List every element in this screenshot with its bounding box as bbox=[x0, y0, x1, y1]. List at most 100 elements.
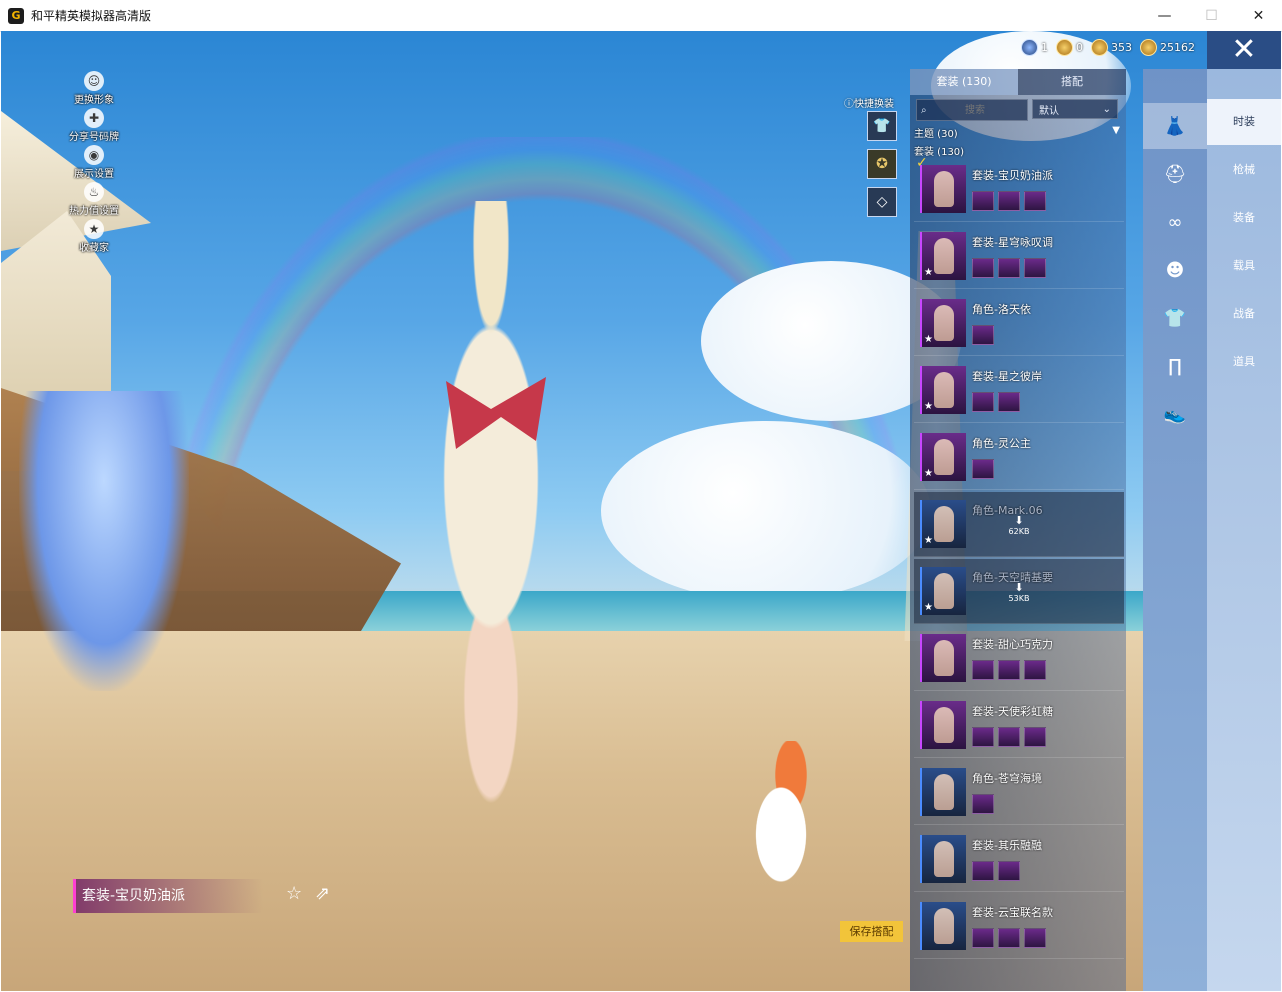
list-item[interactable]: 套装-天使彩虹糖 bbox=[914, 693, 1124, 758]
piece-thumb bbox=[1024, 928, 1046, 948]
quick-change-slot-2[interactable]: ✪ bbox=[867, 149, 897, 179]
side-tab-fashion[interactable]: 时装 bbox=[1207, 99, 1281, 145]
menu-label: 热力值设置 bbox=[69, 206, 119, 217]
save-outfit-button[interactable]: 保存搭配 bbox=[840, 921, 903, 942]
side-tab-vehicles[interactable]: 载具 bbox=[1207, 243, 1281, 289]
star-favorite-icon[interactable]: ☆ bbox=[286, 883, 302, 904]
close-window-button[interactable]: ✕ bbox=[1235, 0, 1282, 31]
item-name: 套装-其乐融融 bbox=[972, 839, 1042, 852]
list-item[interactable]: ✓ 套装-宝贝奶油派 bbox=[914, 155, 1124, 222]
eye-icon: ◉ bbox=[84, 145, 104, 165]
figure-preview bbox=[934, 908, 954, 944]
item-name: 角色-灵公主 bbox=[972, 437, 1031, 450]
window-title: 和平精英模拟器高清版 bbox=[31, 9, 152, 23]
list-item[interactable]: 套装-其乐融融 bbox=[914, 827, 1124, 892]
star-icon: ★ bbox=[924, 334, 933, 345]
search-box[interactable]: ⌕ bbox=[916, 99, 1028, 121]
caret-down-icon[interactable]: ▼ bbox=[1112, 125, 1120, 136]
list-item[interactable]: ★ 角色-洛天依 bbox=[914, 291, 1124, 356]
list-item[interactable]: ★ 套装-星之彼岸 bbox=[914, 358, 1124, 423]
menu-display-settings[interactable]: ◉ 展示设置 bbox=[59, 145, 129, 180]
side-tab-props[interactable]: 道具 bbox=[1207, 339, 1281, 385]
gold-coin-icon bbox=[1091, 39, 1108, 56]
outfit-thumbnail: ★ bbox=[920, 433, 966, 481]
item-name: 套装-甜心巧克力 bbox=[972, 638, 1053, 651]
quick-change-slot-1[interactable]: 👕 bbox=[867, 111, 897, 141]
outfit-thumbnail bbox=[920, 701, 966, 749]
outfit-thumbnail: ★ bbox=[920, 232, 966, 280]
category-top[interactable]: 👕 bbox=[1143, 295, 1207, 341]
quick-change-label[interactable]: ⓘ快捷换装 bbox=[844, 95, 894, 110]
app-window: G 和平精英模拟器高清版 — ☐ ✕ ☺ 更换形象 ✚ 分享号码牌 ◉ 展示设置… bbox=[0, 0, 1282, 992]
item-name: 角色-洛天依 bbox=[972, 303, 1031, 316]
category-mask[interactable]: ☻ bbox=[1143, 247, 1207, 293]
coin-icon bbox=[1056, 39, 1073, 56]
list-item[interactable]: ★ 角色-灵公主 bbox=[914, 425, 1124, 490]
help-icon: ⓘ bbox=[844, 99, 854, 110]
figure-preview bbox=[934, 305, 954, 341]
tab-combos[interactable]: 搭配 bbox=[1018, 69, 1126, 95]
emblem-icon: ✪ bbox=[876, 156, 888, 172]
star-icon: ★ bbox=[924, 602, 933, 613]
piece-thumb bbox=[998, 660, 1020, 680]
menu-collector[interactable]: ★ 收藏家 bbox=[59, 219, 129, 254]
star-icon: ★ bbox=[924, 468, 933, 479]
currency-2[interactable]: 0 bbox=[1056, 39, 1083, 56]
share-icon[interactable]: ⇗ bbox=[315, 883, 330, 904]
category-pants[interactable]: ∏ bbox=[1143, 343, 1207, 389]
checkmark-icon: ✓ bbox=[916, 155, 928, 171]
category-outfit[interactable]: 👗 bbox=[1143, 103, 1207, 149]
category-shoes[interactable]: 👟 bbox=[1143, 391, 1207, 437]
menu-change-appearance[interactable]: ☺ 更换形象 bbox=[59, 71, 129, 106]
list-item[interactable]: ★ 角色-天空晴基要 ⬇ 53KB bbox=[914, 559, 1124, 624]
piece-thumb bbox=[972, 191, 994, 211]
currency-value: 25162 bbox=[1160, 41, 1195, 54]
menu-heat-settings[interactable]: ♨ 热力值设置 bbox=[59, 182, 129, 217]
side-tab-guns[interactable]: 枪械 bbox=[1207, 147, 1281, 193]
piece-thumb bbox=[1024, 727, 1046, 747]
outfit-thumbnail bbox=[920, 902, 966, 950]
side-tab-equipment[interactable]: 装备 bbox=[1207, 195, 1281, 241]
figure-preview bbox=[934, 573, 954, 609]
piece-thumb bbox=[998, 928, 1020, 948]
currency-4[interactable]: 25162 bbox=[1140, 39, 1195, 56]
item-pieces bbox=[972, 459, 994, 479]
piece-thumb bbox=[972, 459, 994, 479]
list-item[interactable]: 套装-甜心巧克力 bbox=[914, 626, 1124, 691]
piece-thumb bbox=[972, 928, 994, 948]
list-item[interactable]: ★ 角色-Mark.06 ⬇ 62KB bbox=[914, 492, 1124, 557]
close-icon[interactable]: ✕ bbox=[1207, 31, 1281, 69]
player-character[interactable] bbox=[361, 201, 621, 891]
quick-change-slot-3[interactable]: ◇ bbox=[867, 187, 897, 217]
theme-header[interactable]: 主题 (30) bbox=[914, 125, 958, 140]
download-size: 53KB bbox=[1008, 594, 1030, 603]
list-item[interactable]: ★ 套装-星穹咏叹调 bbox=[914, 224, 1124, 289]
item-pieces bbox=[972, 392, 1020, 412]
download-button[interactable]: ⬇ 62KB bbox=[1004, 514, 1034, 536]
currency-1[interactable]: 1 bbox=[1021, 39, 1048, 56]
category-helmet[interactable]: ⛑ bbox=[1143, 151, 1207, 197]
category-glasses[interactable]: ∞ bbox=[1143, 199, 1207, 245]
list-item[interactable]: 套装-云宝联名款 bbox=[914, 894, 1124, 959]
minimize-button[interactable]: — bbox=[1141, 0, 1188, 31]
globe-coin-icon bbox=[1021, 39, 1038, 56]
currency-3[interactable]: 353 bbox=[1091, 39, 1132, 56]
chevron-down-icon: ⌄ bbox=[1102, 103, 1111, 115]
list-item[interactable]: 角色-苍穹海境 bbox=[914, 760, 1124, 825]
outfit-thumbnail bbox=[920, 165, 966, 213]
download-button[interactable]: ⬇ 53KB bbox=[1004, 581, 1034, 603]
star-icon: ★ bbox=[924, 267, 933, 278]
search-input[interactable] bbox=[933, 103, 1017, 117]
figure-preview bbox=[934, 238, 954, 274]
app-logo-icon: G bbox=[8, 7, 24, 24]
menu-label: 分享号码牌 bbox=[69, 132, 119, 143]
outfit-thumbnail: ★ bbox=[920, 500, 966, 548]
window-controls: — ☐ ✕ bbox=[1141, 0, 1282, 31]
menu-share-badge[interactable]: ✚ 分享号码牌 bbox=[59, 108, 129, 143]
pet-companion[interactable] bbox=[731, 741, 831, 911]
sort-dropdown[interactable]: 默认 ⌄ bbox=[1032, 99, 1118, 119]
unicorn-mount bbox=[19, 391, 189, 691]
tab-suits[interactable]: 套装 (130) bbox=[910, 69, 1018, 95]
maximize-button[interactable]: ☐ bbox=[1188, 0, 1235, 31]
side-tab-combat-gear[interactable]: 战备 bbox=[1207, 291, 1281, 337]
